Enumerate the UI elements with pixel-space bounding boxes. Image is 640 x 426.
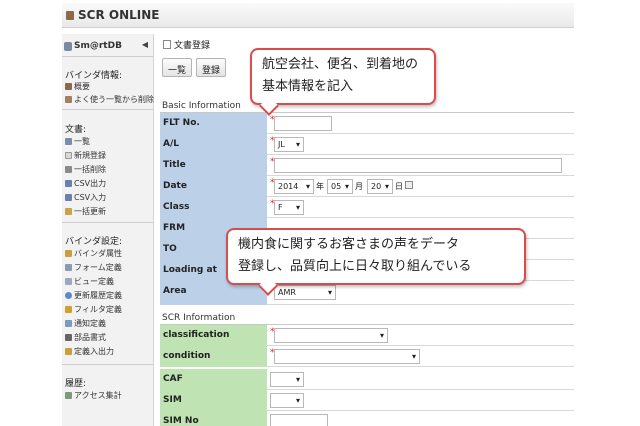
row-al: A/L * JL: [160, 134, 574, 155]
date-month-select[interactable]: 05: [327, 179, 353, 194]
date-label: Date: [160, 176, 267, 197]
section-binder-title: バインダ情報:: [65, 71, 123, 81]
callout-scr-info: 機内食に関するお客さまの声をデータ 登録し、品質向上に日々取り組んでいる: [226, 228, 526, 285]
page-title: 文書登録: [163, 38, 210, 51]
notify-icon: [65, 320, 72, 327]
condition-select[interactable]: [274, 349, 420, 364]
caf-select[interactable]: [270, 372, 304, 387]
title-label: Title: [160, 155, 267, 176]
simno-input[interactable]: [270, 414, 328, 426]
callout-basic-line1: 航空会社、便名、到着地の: [262, 57, 419, 72]
app-logo-icon: [66, 11, 74, 20]
delete-icon: [65, 166, 72, 173]
collapse-sidebar-icon[interactable]: ◀: [142, 40, 148, 49]
class-label: Class: [160, 197, 267, 218]
date-day-select[interactable]: 20: [367, 179, 393, 194]
divider: [62, 109, 154, 110]
new-document-icon: [65, 152, 72, 159]
list-icon: [65, 138, 72, 145]
overview-icon: [65, 83, 72, 90]
csv-import-icon: [65, 194, 72, 201]
condition-label: condition: [160, 346, 267, 367]
sidebar-item-filter-def[interactable]: フィルタ定義: [65, 304, 122, 315]
al-label: A/L: [160, 134, 267, 155]
sidebar-item-remove-favorite[interactable]: よく使う一覧から削除: [65, 94, 154, 105]
callout-basic-line2: 基本情報を記入: [262, 79, 354, 94]
form-icon: [65, 264, 72, 271]
database-icon: [64, 41, 72, 51]
row-condition: condition *: [160, 346, 574, 367]
flt-input[interactable]: [274, 116, 332, 131]
favorite-icon: [65, 96, 72, 103]
date-year-select[interactable]: 2014: [274, 179, 314, 194]
day-unit: 日: [395, 182, 403, 191]
view-icon: [65, 278, 72, 285]
month-unit: 月: [355, 182, 363, 191]
register-button[interactable]: 登録: [196, 58, 227, 77]
row-flt: FLT No. *: [160, 113, 574, 134]
sidebar-item-list[interactable]: 一覧: [65, 136, 90, 147]
row-sim: SIM: [160, 390, 574, 411]
callout-scr-line1: 機内食に関するお客さまの声をデータ: [238, 237, 460, 252]
app-title: SCR ONLINE: [78, 8, 160, 22]
sidebar-item-access-stats[interactable]: アクセス集計: [65, 390, 122, 401]
callout-basic-info: 航空会社、便名、到着地の 基本情報を記入: [250, 48, 436, 105]
sidebar-item-csv-import[interactable]: CSV入力: [65, 192, 106, 203]
sidebar-item-parts-format[interactable]: 部品書式: [65, 332, 106, 343]
simno-label: SIM No: [160, 411, 267, 426]
sidebar-item-new[interactable]: 新規登録: [65, 150, 106, 161]
bulk-update-icon: [65, 208, 72, 215]
sidebar-item-bulk-delete[interactable]: 一括削除: [65, 164, 106, 175]
divider: [62, 56, 154, 57]
section-history-title: 履歴:: [65, 379, 87, 389]
year-unit: 年: [316, 182, 324, 191]
io-icon: [65, 348, 72, 355]
parts-icon: [65, 334, 72, 341]
db-name[interactable]: Sm@rtDB: [64, 41, 122, 51]
row-caf: CAF: [160, 369, 574, 390]
callout-scr-line2: 登録し、品質向上に日々取り組んでいる: [238, 259, 472, 274]
app-header: SCR ONLINE: [62, 3, 574, 28]
divider: [62, 364, 154, 365]
al-select[interactable]: JL: [274, 137, 304, 152]
history-icon: [65, 292, 72, 299]
divider: [62, 222, 154, 223]
sidebar-item-def-io[interactable]: 定義入出力: [65, 346, 114, 357]
sidebar-item-notify-def[interactable]: 通知定義: [65, 318, 106, 329]
row-simno: SIM No: [160, 411, 574, 426]
row-title: Title *: [160, 155, 574, 176]
section-doc-title: 文書:: [65, 125, 87, 135]
stats-icon: [65, 392, 72, 399]
area-select[interactable]: AMR: [274, 285, 336, 300]
flt-label: FLT No.: [160, 113, 267, 134]
section-scr-title: SCR Information: [162, 313, 236, 323]
sidebar-item-csv-export[interactable]: CSV出力: [65, 178, 106, 189]
title-input[interactable]: [274, 158, 562, 173]
binder-attr-icon: [65, 250, 72, 257]
sidebar-item-binder-attr[interactable]: バインダ属性: [65, 248, 122, 259]
document-icon: [163, 40, 171, 49]
section-basic-title: Basic Information: [162, 101, 241, 111]
sidebar-item-bulk-update[interactable]: 一括更新: [65, 206, 106, 217]
caf-label: CAF: [160, 369, 267, 390]
list-button[interactable]: 一覧: [162, 58, 193, 77]
section-settings-title: バインダ設定:: [65, 237, 123, 247]
calendar-icon[interactable]: [405, 181, 413, 189]
filter-icon: [65, 306, 72, 313]
row-date: Date * 2014 年 05 月 20 日: [160, 176, 574, 197]
csv-export-icon: [65, 180, 72, 187]
classification-select[interactable]: [274, 328, 388, 343]
class-select[interactable]: F: [274, 200, 304, 215]
row-class: Class * F: [160, 197, 574, 218]
sidebar-item-form-def[interactable]: フォーム定義: [65, 262, 122, 273]
sim-label: SIM: [160, 390, 267, 411]
row-classification: classification *: [160, 325, 574, 346]
sidebar-item-view-def[interactable]: ビュー定義: [65, 276, 114, 287]
sidebar-item-history-def[interactable]: 更新履歴定義: [65, 290, 122, 301]
classification-label: classification: [160, 325, 267, 346]
sidebar: Sm@rtDB ◀ バインダ情報: 概要 よく使う一覧から削除 文書: 一覧 新…: [62, 34, 154, 426]
sim-select[interactable]: [270, 393, 304, 408]
sidebar-item-overview[interactable]: 概要: [65, 81, 90, 92]
